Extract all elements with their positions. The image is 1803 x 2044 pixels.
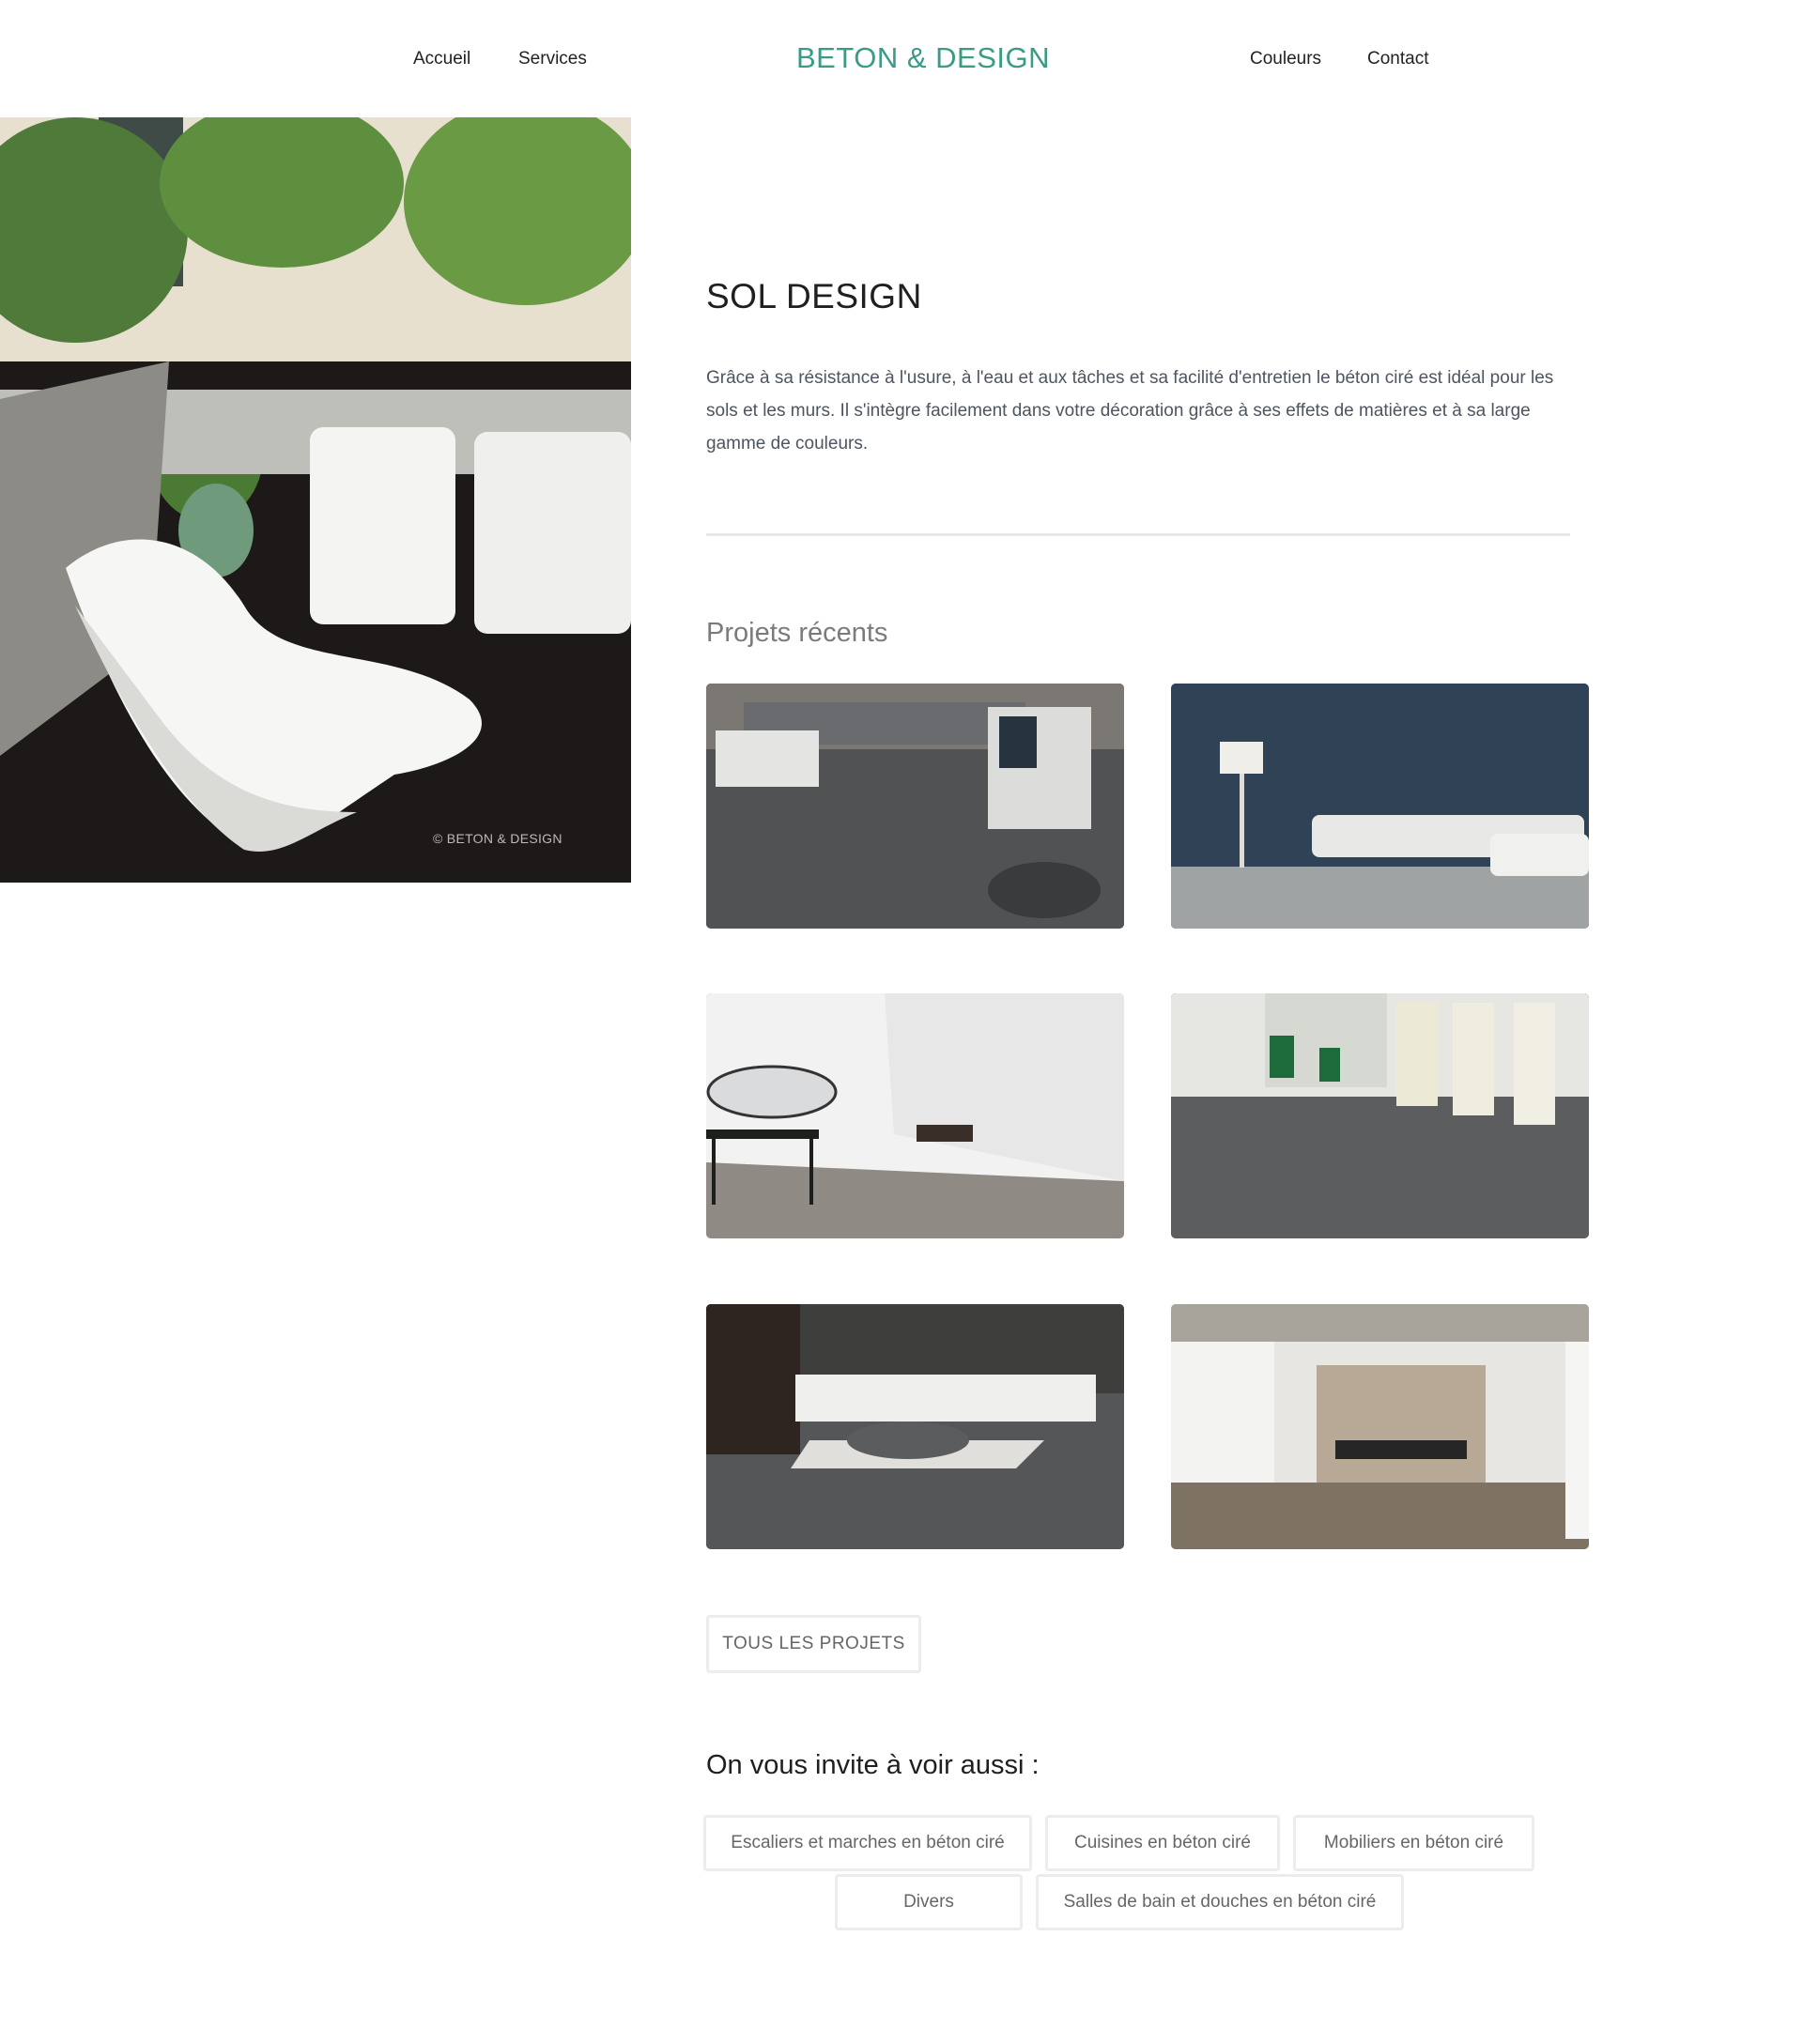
project-thumbnail[interactable] — [1171, 993, 1589, 1238]
hero-credit: © BETON & DESIGN — [433, 831, 562, 846]
nav-link-couleurs[interactable]: Couleurs — [1250, 49, 1321, 69]
tag-divers[interactable]: Divers — [835, 1874, 1023, 1930]
see-also-title: On vous invite à voir aussi : — [706, 1750, 1040, 1780]
project-thumbnail[interactable] — [706, 993, 1124, 1238]
tag-cuisines[interactable]: Cuisines en béton ciré — [1045, 1815, 1280, 1871]
project-thumbnail[interactable] — [706, 684, 1124, 929]
tag-salles-de-bain[interactable]: Salles de bain et douches en béton ciré — [1036, 1874, 1404, 1930]
tag-mobiliers[interactable]: Mobiliers en béton ciré — [1293, 1815, 1534, 1871]
intro-paragraph: Grâce à sa résistance à l'usure, à l'eau… — [706, 368, 1554, 453]
all-projects-button[interactable]: TOUS LES PROJETS — [706, 1615, 921, 1673]
page-title: SOL DESIGN — [706, 277, 922, 315]
tag-escaliers[interactable]: Escaliers et marches en béton ciré — [703, 1815, 1032, 1871]
nav-link-services[interactable]: Services — [518, 49, 587, 69]
project-thumbnail[interactable] — [1171, 684, 1589, 929]
recent-projects-title: Projets récents — [706, 618, 888, 648]
brand-logo[interactable]: BETON & DESIGN — [796, 41, 1050, 75]
hero-image — [0, 117, 631, 883]
divider — [706, 533, 1570, 536]
project-thumbnail[interactable] — [706, 1304, 1124, 1549]
nav-link-accueil[interactable]: Accueil — [413, 49, 470, 69]
project-thumbnail[interactable] — [1171, 1304, 1589, 1549]
nav-link-contact[interactable]: Contact — [1367, 49, 1428, 69]
